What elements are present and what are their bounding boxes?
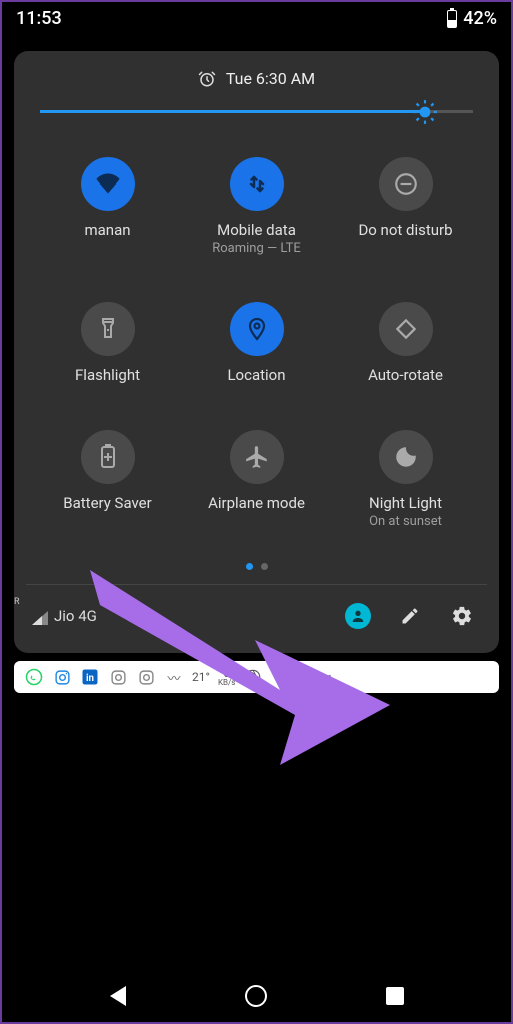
page-dot <box>246 563 253 570</box>
battery-icon <box>447 10 457 28</box>
tile-label: Do not disturb <box>358 221 452 239</box>
tile-label: Mobile data <box>212 221 301 239</box>
share-icon <box>271 667 291 687</box>
tile-label: Location <box>227 366 285 384</box>
signal-icon <box>32 611 48 625</box>
tile-wifi[interactable]: manan <box>38 157 177 256</box>
tile-label: manan <box>84 221 130 239</box>
qs-footer: R Jio 4G <box>28 585 485 639</box>
navigation-bar <box>0 968 513 1024</box>
status-bar: 11:53 42% <box>0 0 513 37</box>
user-icon <box>350 608 366 624</box>
data-speed-unit: KB/s <box>218 679 235 687</box>
tile-label: Night Light <box>369 494 442 512</box>
gear-icon <box>451 605 473 627</box>
wifi-icon <box>94 170 122 198</box>
alarm-label: Tue 6:30 AM <box>226 69 315 88</box>
status-time: 11:53 <box>16 8 62 29</box>
tile-label: Flashlight <box>75 366 140 384</box>
mustache-icon: 〰 <box>164 667 184 687</box>
battery-group: 42% <box>447 8 497 29</box>
tile-battery-saver[interactable]: Battery Saver <box>38 430 177 529</box>
moon-icon <box>393 444 419 470</box>
dnd-icon <box>393 171 419 197</box>
data-icon <box>245 172 269 196</box>
instagram-icon <box>52 667 72 687</box>
battery-percent: 42% <box>463 8 497 29</box>
autorotate-icon <box>393 316 419 342</box>
nav-back-button[interactable] <box>110 986 126 1006</box>
brightness-icon <box>412 99 438 125</box>
quick-settings-panel: Tue 6:30 AM <box>14 51 499 653</box>
tiles-grid: manan Mobile data Roaming — LTE <box>28 121 485 551</box>
carrier-label: Jio 4G <box>54 607 97 625</box>
svg-text:in: in <box>86 673 94 684</box>
tile-location[interactable]: Location <box>187 302 326 384</box>
flashlight-icon <box>96 317 120 341</box>
brightness-slider[interactable] <box>28 88 485 121</box>
tile-label: Airplane mode <box>208 494 305 512</box>
tile-airplane[interactable]: Airplane mode <box>187 430 326 529</box>
page-indicator <box>28 551 485 584</box>
instagram-icon <box>136 667 156 687</box>
page-dot <box>261 563 268 570</box>
alarm-header[interactable]: Tue 6:30 AM <box>28 69 485 88</box>
tile-flashlight[interactable]: Flashlight <box>38 302 177 384</box>
settings-button[interactable] <box>443 597 481 635</box>
tile-label: Auto-rotate <box>368 366 443 384</box>
nav-recent-button[interactable] <box>386 987 404 1005</box>
carrier-group[interactable]: R Jio 4G <box>32 607 325 625</box>
tile-night-light[interactable]: Night Light On at sunset <box>336 430 475 529</box>
tile-mobile-data[interactable]: Mobile data Roaming — LTE <box>187 157 326 256</box>
linkedin-icon: in <box>80 667 100 687</box>
tile-autorotate[interactable]: Auto-rotate <box>336 302 475 384</box>
tile-label: Battery Saver <box>63 494 151 512</box>
aperture-icon <box>243 667 263 687</box>
tile-sublabel: On at sunset <box>369 514 442 529</box>
alarm-icon <box>198 70 216 88</box>
telegram-icon <box>299 667 319 687</box>
tile-dnd[interactable]: Do not disturb <box>336 157 475 256</box>
location-icon <box>245 317 269 341</box>
user-button[interactable] <box>339 597 377 635</box>
tile-sublabel: Roaming — LTE <box>212 241 301 256</box>
instagram-icon <box>108 667 128 687</box>
edit-button[interactable] <box>391 597 429 635</box>
pencil-icon <box>400 606 420 626</box>
temperature: 21° <box>192 670 210 684</box>
notification-bar[interactable]: in 〰 21° 0 KB/s • <box>14 661 499 693</box>
airplane-icon <box>244 444 270 470</box>
whatsapp-icon <box>24 667 44 687</box>
nav-home-button[interactable] <box>245 985 267 1007</box>
battery-saver-icon <box>98 443 118 471</box>
